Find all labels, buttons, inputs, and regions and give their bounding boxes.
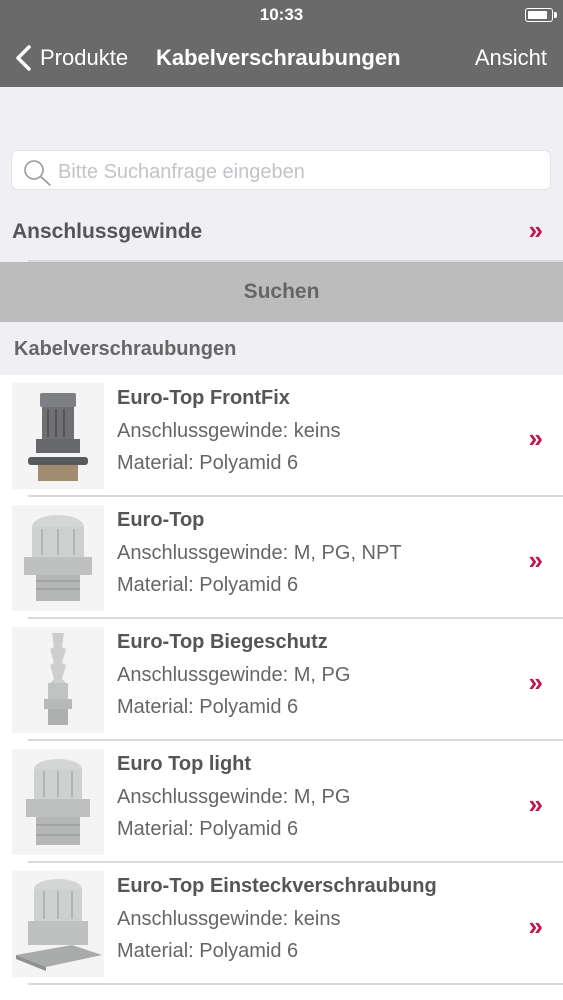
item-thread: Anschlussgewinde: M, PG, NPT (117, 542, 402, 564)
item-material: Material: Polyamid 6 (117, 818, 299, 840)
list-item[interactable]: Euro-Top Anschlussgewinde: M, PG, NPT Ma… (0, 497, 563, 619)
list-item[interactable]: Euro-Top FrontFix Anschlussgewinde: kein… (0, 375, 563, 497)
product-image (12, 383, 104, 489)
back-button[interactable]: Produkte (14, 42, 128, 74)
item-material: Material: Polyamid 6 (117, 696, 299, 718)
status-time: 10:33 (259, 5, 304, 24)
navigation-bar: Produkte Kabelverschraubungen Ansicht (0, 30, 563, 87)
page-title: Kabelverschraubungen (156, 45, 401, 70)
view-button[interactable]: Ansicht (475, 45, 547, 71)
product-image (12, 871, 104, 977)
item-thread: Anschlussgewinde: M, PG (117, 786, 351, 808)
item-title: Euro-Top Biegeschutz (117, 631, 328, 653)
filter-anschlussgewinde[interactable]: Anschlussgewinde » (0, 204, 563, 260)
double-chevron-right-icon: » (528, 215, 543, 245)
list-item[interactable]: Euro-Top Biegeschutz Anschlussgewinde: M… (0, 619, 563, 741)
search-icon (24, 160, 51, 186)
chevron-left-icon (16, 45, 31, 71)
double-chevron-right-icon: » (528, 789, 543, 819)
list-item[interactable]: Euro-Top Einsteckverschraubung Anschluss… (0, 863, 563, 985)
product-image (12, 505, 104, 611)
item-title: Euro-Top (117, 509, 205, 531)
filter-label: Anschlussgewinde (12, 220, 203, 243)
search-input[interactable] (56, 159, 540, 185)
double-chevron-right-icon: » (528, 423, 543, 453)
product-list: Euro-Top FrontFix Anschlussgewinde: kein… (0, 375, 563, 1000)
item-material: Material: Polyamid 6 (117, 452, 299, 474)
double-chevron-right-icon: » (528, 911, 543, 941)
back-button-label: Produkte (40, 45, 129, 70)
search-field[interactable] (11, 150, 551, 190)
divider (28, 983, 563, 985)
item-thread: Anschlussgewinde: M, PG (117, 664, 351, 686)
item-thread: Anschlussgewinde: keins (117, 420, 341, 442)
double-chevron-right-icon: » (528, 545, 543, 575)
double-chevron-right-icon: » (528, 667, 543, 697)
item-title: Euro-Top FrontFix (117, 387, 290, 409)
item-title: Euro Top light (117, 753, 252, 775)
list-item[interactable]: Euro Top light Anschlussgewinde: M, PG M… (0, 741, 563, 863)
item-title: Euro-Top Einsteckverschraubung (117, 875, 437, 897)
item-material: Material: Polyamid 6 (117, 574, 299, 596)
section-header: Kabelverschraubungen (14, 338, 237, 360)
item-thread: Anschlussgewinde: keins (117, 908, 341, 930)
product-image (12, 749, 104, 855)
search-button[interactable]: Suchen (0, 262, 563, 322)
item-material: Material: Polyamid 6 (117, 940, 299, 962)
product-image (12, 627, 104, 733)
status-bar: 10:33 (0, 0, 563, 30)
battery-icon (525, 8, 557, 22)
